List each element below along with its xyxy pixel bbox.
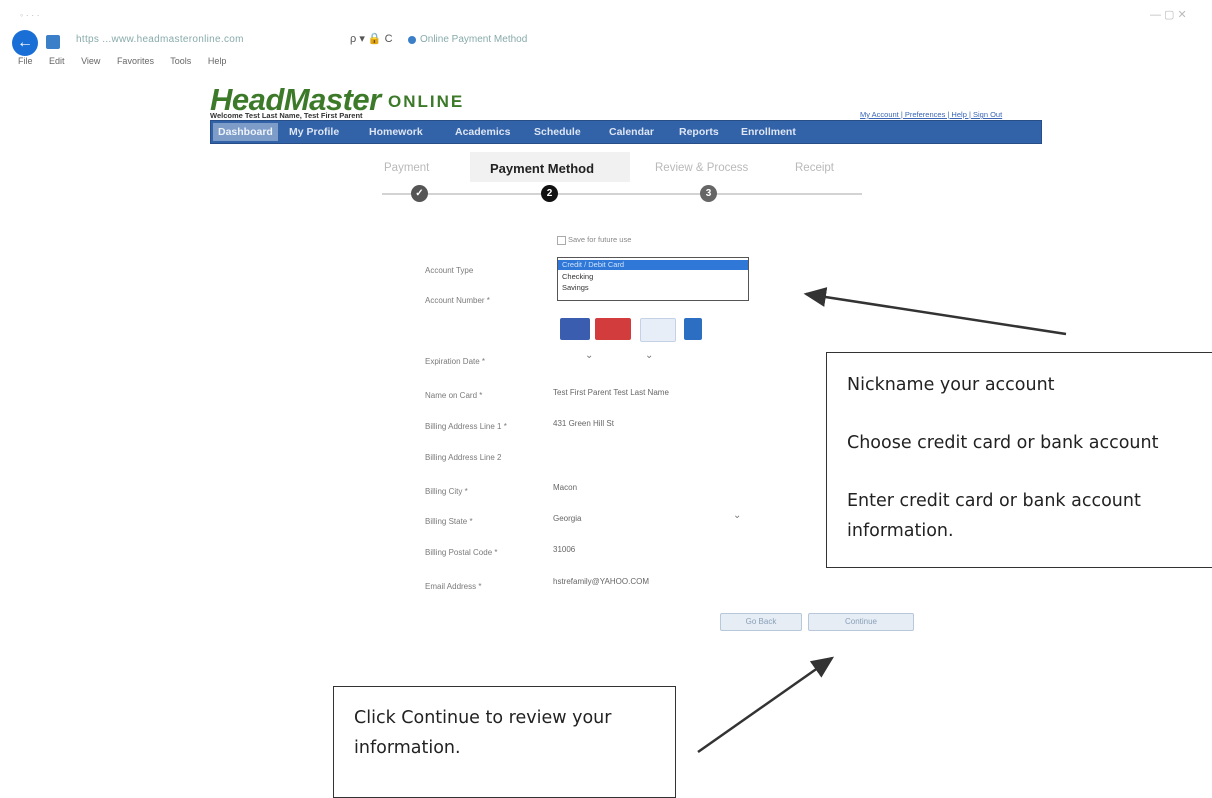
callout-line-4: information. [847, 521, 954, 541]
callout-line-1: Nickname your account [847, 375, 1055, 395]
account-instructions-callout: Nickname your account Choose credit card… [826, 352, 1212, 568]
callout-line-3: Enter credit card or bank account [847, 491, 1141, 511]
callout-continue-text: Click Continue to review your informatio… [354, 708, 612, 758]
continue-instructions-callout: Click Continue to review your informatio… [333, 686, 676, 798]
arrow-to-continue [697, 656, 835, 754]
arrow-to-dropdown [803, 287, 1067, 336]
callout-line-2: Choose credit card or bank account [847, 433, 1159, 453]
